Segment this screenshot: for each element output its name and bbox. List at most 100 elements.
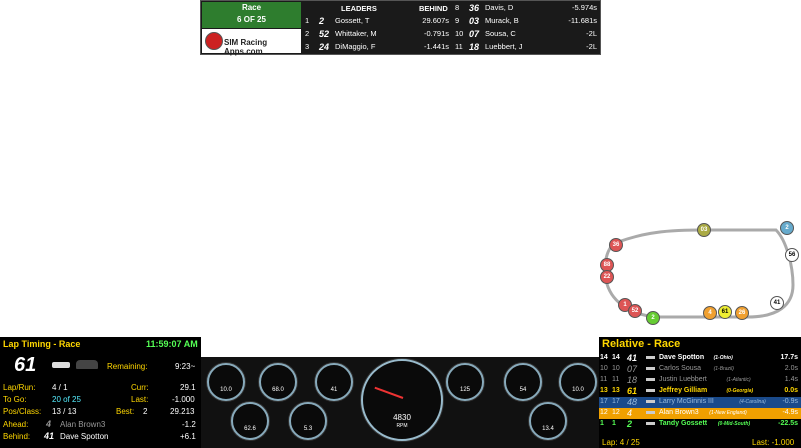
behind-label: Behind: (3, 432, 31, 441)
relative-lap: 17 (612, 398, 620, 405)
relative-gap: 17.7s (780, 354, 798, 361)
togo-label: To Go: (3, 395, 27, 404)
ahead-gap: -1.2 (182, 420, 196, 429)
leader-pos: 8 (455, 3, 460, 12)
behind-header: BEHIND (419, 4, 448, 13)
gauge-5: 54 (504, 363, 542, 401)
leader-gap: 29.607s (422, 16, 449, 25)
relative-name: Carlos Sousa (659, 365, 702, 372)
chevrolet-logo-icon (52, 362, 70, 368)
chevrolet-logo-icon (646, 378, 655, 381)
track-car-marker: 52 (628, 304, 642, 318)
leader-num: 52 (319, 29, 330, 39)
track-car-marker: 2 (780, 221, 794, 235)
lap-timing-title: Lap Timing - Race (3, 339, 81, 349)
chevrolet-logo-icon (646, 389, 655, 392)
gauge-4: 125 (446, 363, 484, 401)
relative-lap: 1 (612, 420, 616, 427)
rpm-value: 4830 (393, 413, 411, 422)
leaderboard-row: 2 52 Whittaker, M -0.791s (305, 28, 451, 41)
chevrolet-logo-icon (646, 422, 655, 425)
relative-car-number: 18 (627, 375, 638, 385)
leader-gap: -5.974s (571, 3, 597, 12)
gauge-7: 62.6 (231, 402, 269, 440)
relative-name: Tandy Gossett (659, 420, 708, 427)
leaderboard-row: 11 18 Luebbert, J -2L (455, 41, 599, 54)
ahead-number: 4 (46, 419, 52, 429)
track-car-marker: 03 (697, 223, 711, 237)
best-lap: 2 (143, 407, 148, 416)
relative-club: (0-Georgia) (726, 388, 754, 394)
logo-text: SIM Racing Apps.com (224, 38, 268, 56)
leader-gap: -0.791s (423, 29, 449, 38)
leader-list-left: 1 2 Gossett, T 29.607s 2 52 Whittaker, M -0.791… (305, 15, 451, 54)
last-value: -1.000 (172, 395, 195, 404)
relative-car-number: 4 (627, 408, 633, 418)
relative-gap: -0.9s (782, 398, 798, 405)
gauge-2: 68.0 (259, 363, 297, 401)
leader-pos: 3 (305, 42, 310, 51)
relative-name: Alan Brown3 (659, 409, 699, 416)
gauge-6: 10.0 (559, 363, 597, 401)
behind-gap: +6.1 (180, 432, 196, 441)
curr-value: 29.1 (180, 383, 196, 392)
gauge-3: 41 (315, 363, 353, 401)
relative-row: 13 13 61 Jeffrey Gilliam (0-Georgia) 0.0s (599, 386, 801, 397)
relative-pos: 10 (600, 365, 608, 372)
track-car-marker: 22 (600, 270, 614, 284)
chevrolet-logo-icon (646, 367, 655, 370)
relative-car-number: 61 (627, 386, 638, 396)
track-car-marker: 56 (785, 248, 799, 262)
leader-name: Gossett, T (335, 16, 370, 25)
race-status-box: Race 6 OF 25 (202, 2, 301, 28)
leaderboard-row: 9 03 Murack, B -11.681s (455, 15, 599, 28)
relative-car-number: 07 (627, 364, 638, 374)
leader-gap: -11.681s (568, 16, 597, 25)
relative-lap: 14 (612, 354, 620, 361)
track-car-marker: 2 (646, 311, 660, 325)
relative-row: 10 10 07 Carlos Sousa (1-Brazil) 2.0s (599, 364, 801, 375)
relative-club: (4-Carolina) (739, 399, 766, 405)
leader-name: Murack, B (485, 16, 519, 25)
gauge-9: 13.4 (529, 402, 567, 440)
leaderboard-row: 1 2 Gossett, T 29.607s (305, 15, 451, 28)
rpm-label: RPM (396, 423, 408, 429)
relative-row: 17 17 48 Larry McGinnis III (4-Carolina) -0.9… (599, 397, 801, 408)
gauge-1: 10.0 (207, 363, 245, 401)
track-car-marker: 41 (770, 296, 784, 310)
relative-row: 11 11 18 Justin Luebbert (1-Atlantic) 1.4s (599, 375, 801, 386)
best-label: Best: (116, 407, 135, 416)
relative-car-number: 41 (627, 353, 638, 363)
leader-pos: 2 (305, 29, 310, 38)
leader-gap: -1.441s (423, 42, 449, 51)
leader-pos: 11 (455, 42, 463, 51)
relative-car-number: 2 (627, 419, 633, 429)
relative-club: (1-Ohio) (713, 355, 733, 361)
relative-gap: -22.5s (778, 420, 798, 427)
relative-pos: 12 (600, 409, 608, 416)
leaderboard-panel: Race 6 OF 25 SIM Racing Apps.com LEADERS… (200, 0, 601, 56)
relative-name: Justin Luebbert (659, 376, 707, 383)
relative-lap: 11 (612, 376, 620, 383)
track-car-marker: 26 (735, 306, 749, 320)
relative-lap: 13 (612, 387, 620, 394)
leader-pos: 10 (455, 29, 464, 38)
track-car-marker: 61 (718, 305, 732, 319)
relative-club: (1-Atlantic) (726, 377, 751, 383)
togo-value: 20 of 25 (52, 395, 81, 404)
relative-gap: 1.4s (784, 376, 798, 383)
leader-list-right: 8 36 Davis, D -5.974s 9 03 Murack, B -11.681s 10… (455, 2, 599, 54)
relative-club: (1-New England) (709, 410, 747, 416)
posclass-label: Pos/Class: (3, 407, 42, 416)
relative-panel: Relative - Race 14 14 41 Dave Spotton (1-Ohi… (599, 337, 801, 448)
relative-lap: 10 (612, 365, 620, 372)
relative-pos: 11 (600, 376, 608, 383)
leader-pos: 9 (455, 16, 460, 25)
remaining-label: Remaining: (107, 362, 148, 371)
leader-name: Davis, D (485, 3, 514, 12)
relative-name: Larry McGinnis III (659, 398, 714, 405)
remaining-value: 9:23~ (175, 362, 196, 371)
behind-name: Dave Spotton (60, 432, 109, 441)
chevrolet-logo-icon (646, 356, 655, 359)
relative-gap: 0.0s (784, 387, 798, 394)
